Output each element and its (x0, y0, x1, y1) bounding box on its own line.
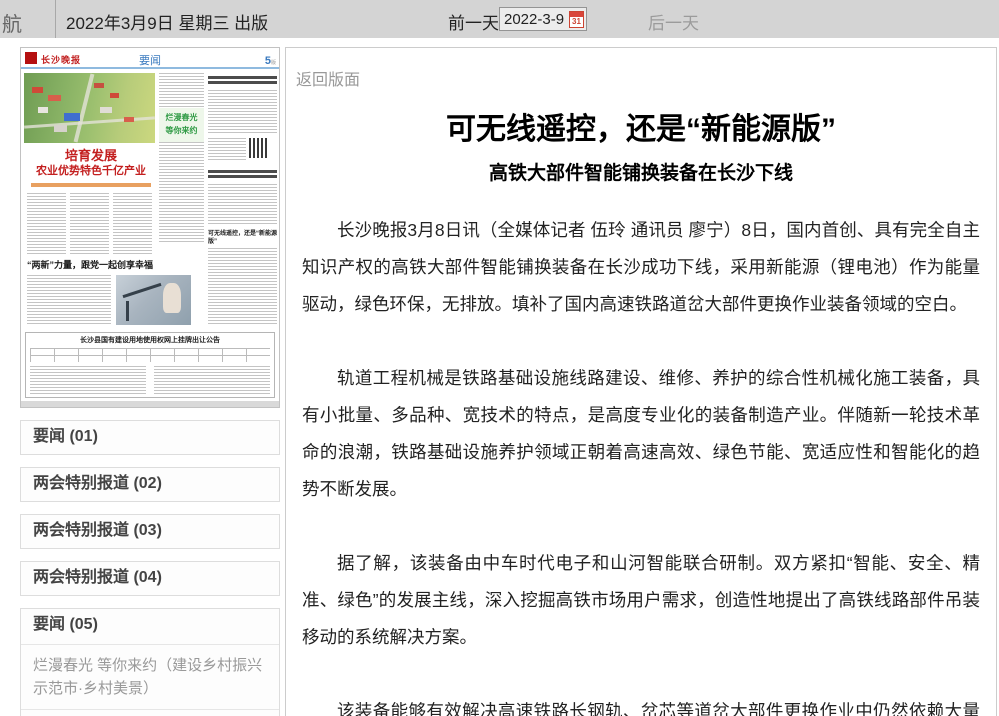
photo-roof (124, 117, 134, 122)
publish-date-text: 2022年3月9日 星期三 出版 (66, 9, 268, 34)
photo-roof (64, 113, 80, 121)
photo-roof (94, 83, 104, 88)
thumb-text-column (208, 248, 277, 326)
thumb-text-column (27, 275, 111, 325)
green-teaser-line2: 等你来约 (159, 124, 204, 137)
article: 可无线遥控，还是“新能源版” 高铁大部件智能铺换装备在长沙下线 长沙晚报3月8日… (286, 48, 996, 716)
sidebar-section-02[interactable]: 两会特别报道 (02) (20, 467, 280, 502)
thumb-headline-bar (208, 170, 277, 180)
article-paragraph: 轨道工程机械是铁路基础设施线路建设、维修、养护的综合性机械化施工装备，具有小批量… (302, 360, 980, 508)
photo-roof (38, 107, 48, 113)
thumb-headline-bar (208, 76, 277, 86)
thumb-section-name: 要闻 (21, 52, 279, 68)
article-paragraph: 据了解，该装备由中车时代电子和山河智能联合研制。双方紧扣“智能、安全、精准、绿色… (302, 545, 980, 656)
photo-road (74, 74, 95, 143)
thumb-bottom-strip (21, 401, 279, 407)
thumb-subhead-bar (31, 183, 151, 187)
article-link-2[interactable]: 培育发展农业优势特色千亿产业 (21, 709, 279, 716)
green-teaser-line1: 烂漫春光 (159, 111, 204, 124)
back-to-page-link[interactable]: 返回版面 (296, 66, 360, 90)
article-link-1[interactable]: 烂漫春光 等你来约（建设乡村振兴示范市·乡村美景） (21, 644, 279, 709)
notice-title: 长沙县国有建设用地使用权网上挂牌出让公告 (26, 333, 274, 346)
sidebar-section-04[interactable]: 两会特别报道 (04) (20, 561, 280, 596)
photo-roof (48, 95, 61, 101)
thumb-text-column (159, 73, 204, 243)
newspaper-page-thumbnail[interactable]: 长沙晚报 要闻 5版 烂漫春光 等你 (20, 47, 280, 408)
machine-leg (126, 301, 129, 321)
red-headline-line1: 培育发展 (27, 148, 155, 164)
sidebar-section-03[interactable]: 两会特别报道 (03) (20, 514, 280, 549)
thumb-text-column (30, 366, 146, 394)
worker-figure (163, 283, 181, 313)
thumb-text-column (113, 193, 152, 255)
prev-day-link[interactable]: 前一天 (448, 9, 499, 34)
date-input[interactable] (500, 11, 569, 28)
date-picker[interactable]: 31 (499, 7, 587, 31)
thumb-red-headline: 培育发展 农业优势特色千亿产业 (27, 148, 155, 179)
article-paragraph: 长沙晚报3月8日讯（全媒体记者 伍玲 通讯员 廖宁）8日，国内首创、具有完全自主… (302, 212, 980, 323)
thumb-text-column (70, 193, 109, 255)
thumb-text-column (208, 138, 246, 162)
thumb-text-column (154, 366, 270, 394)
next-day-link-disabled[interactable]: 后一天 (648, 9, 699, 34)
article-title: 可无线遥控，还是“新能源版” (302, 104, 980, 148)
photo-roof (32, 87, 43, 93)
machine-arm (123, 283, 162, 298)
topbar-divider (55, 0, 56, 38)
page: 航 2022年3月9日 星期三 出版 前一天 31 后一天 长沙晚报 要闻 5版 (0, 0, 999, 716)
calendar-icon[interactable]: 31 (569, 11, 584, 28)
top-bar: 航 2022年3月9日 星期三 出版 前一天 31 后一天 (0, 0, 999, 38)
thumb-green-teaser: 烂漫春光 等你来约 (159, 108, 204, 142)
thumb-text-column (208, 184, 277, 224)
photo-roof (100, 107, 112, 113)
thumb-aerial-photo (24, 73, 155, 143)
thumb-text-column (208, 90, 277, 134)
thumb-land-notice: 长沙县国有建设用地使用权网上挂牌出让公告 (25, 332, 275, 398)
thumb-right-headline: 可无线遥控，还是“新能源版” (208, 230, 277, 246)
calendar-icon-day: 31 (570, 17, 583, 27)
thumb-page-unit: 版 (271, 60, 276, 66)
thumb-masthead: 长沙晚报 要闻 5版 (21, 48, 279, 69)
photo-road (24, 116, 155, 128)
article-panel: 返回版面 可无线遥控，还是“新能源版” 高铁大部件智能铺换装备在长沙下线 长沙晚… (285, 47, 997, 716)
article-body: 长沙晚报3月8日讯（全媒体记者 伍玲 通讯员 廖宁）8日，国内首创、具有完全自主… (302, 212, 980, 716)
article-paragraph: 该装备能够有效解决高速铁路长钢轨、岔芯等道岔大部件更换作业中仍然依赖大量人工和小… (302, 693, 980, 716)
photo-roof (110, 93, 119, 98)
sidebar-section-01[interactable]: 要闻 (01) (20, 420, 280, 455)
article-subtitle: 高铁大部件智能铺换装备在长沙下线 (302, 158, 980, 185)
sidebar: 长沙晚报 要闻 5版 烂漫春光 等你 (20, 47, 280, 716)
red-headline-line2: 农业优势特色千亿产业 (27, 164, 155, 179)
nav-label-fragment[interactable]: 航 (2, 8, 22, 37)
qr-code-icon (249, 138, 269, 158)
thumb-text-column (27, 193, 66, 255)
notice-table (30, 348, 270, 362)
thumb-mid-headline: “两新”力量，跟党一起创享幸福 (27, 260, 197, 271)
thumb-worker-photo (116, 275, 191, 325)
sidebar-section-05-group: 要闻 (05) 烂漫春光 等你来约（建设乡村振兴示范市·乡村美景） 培育发展农业… (20, 608, 280, 716)
sidebar-section-05[interactable]: 要闻 (05) (21, 609, 279, 644)
photo-roof (54, 125, 67, 132)
thumb-page-info: 5版 (265, 55, 276, 67)
